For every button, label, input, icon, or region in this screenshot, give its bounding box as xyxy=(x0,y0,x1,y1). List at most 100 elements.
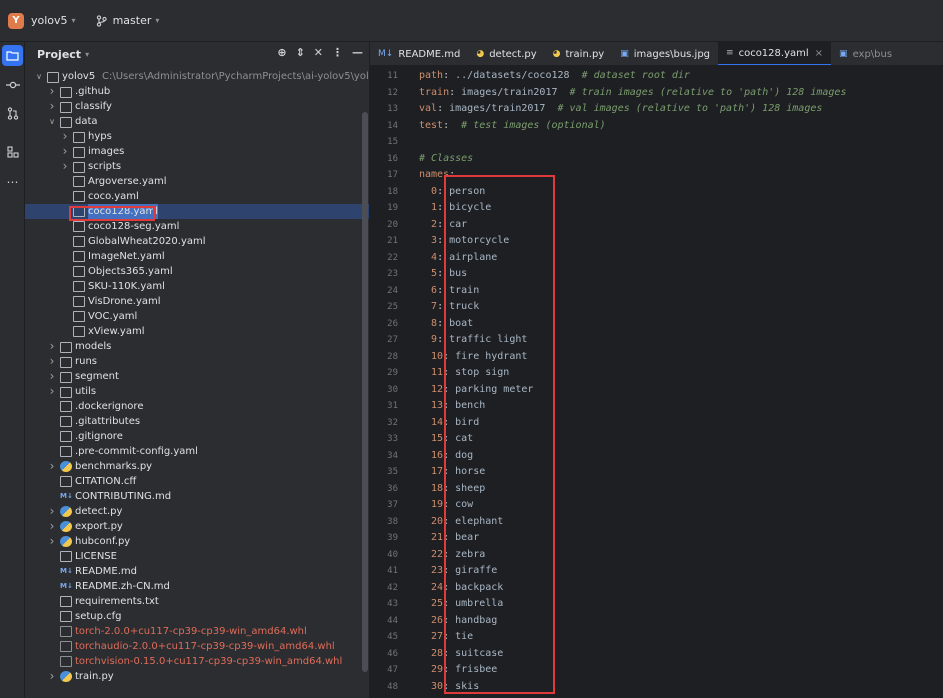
tree-item-label: xView.yaml xyxy=(88,326,145,337)
file-icon xyxy=(73,266,85,277)
tree-file[interactable]: › train.py xyxy=(25,669,369,684)
code-comment: # Classes xyxy=(419,152,474,164)
more-icon[interactable]: ⋯ xyxy=(2,171,23,192)
chevron-right-icon[interactable]: › xyxy=(47,534,57,549)
tree-file[interactable]: M↓ README.zh-CN.md xyxy=(25,579,369,594)
tree-file[interactable]: VOC.yaml xyxy=(25,309,369,324)
chevron-right-icon[interactable]: › xyxy=(47,384,57,399)
pull-request-icon[interactable] xyxy=(2,103,23,124)
editor-tab[interactable]: ▣ images\bus.jpg xyxy=(612,42,718,65)
structure-icon[interactable] xyxy=(2,141,23,162)
code-line: 16 # Classes xyxy=(370,151,943,168)
collapse-all-icon[interactable]: ✕ xyxy=(314,46,323,59)
chevron-down-icon[interactable]: ∨ xyxy=(34,69,44,84)
tree-item-label: CITATION.cff xyxy=(75,476,137,487)
tree-folder[interactable]: › segment xyxy=(25,369,369,384)
chevron-right-icon[interactable]: › xyxy=(60,159,70,174)
tree-file[interactable]: setup.cfg xyxy=(25,609,369,624)
editor-tab[interactable]: M↓ README.md xyxy=(370,42,468,65)
chevron-right-icon[interactable]: › xyxy=(47,504,57,519)
expand-all-icon[interactable]: ⇕ xyxy=(296,46,305,59)
tree-file[interactable]: .dockerignore xyxy=(25,399,369,414)
editor-tab[interactable]: ≡ coco128.yaml × xyxy=(718,42,832,65)
tool-window-strip: ⋯ xyxy=(0,42,25,698)
tree-file[interactable]: CITATION.cff xyxy=(25,474,369,489)
folder-icon xyxy=(47,72,59,83)
panel-scrollbar[interactable] xyxy=(362,112,368,672)
line-number: 28 xyxy=(387,351,398,362)
chevron-right-icon[interactable]: › xyxy=(47,519,57,534)
chevron-right-icon[interactable]: › xyxy=(47,354,57,369)
tree-folder[interactable]: › images xyxy=(25,144,369,159)
project-name[interactable]: yolov5 xyxy=(31,14,68,27)
editor-tab[interactable]: ◕ train.py xyxy=(545,42,613,65)
tree-file[interactable]: .gitignore xyxy=(25,429,369,444)
tree-file[interactable]: torch-2.0.0+cu117-cp39-cp39-win_amd64.wh… xyxy=(25,624,369,639)
tree-file[interactable]: M↓ CONTRIBUTING.md xyxy=(25,489,369,504)
yaml-key: 25 xyxy=(419,598,444,609)
chevron-right-icon[interactable]: › xyxy=(60,144,70,159)
commit-icon[interactable] xyxy=(2,74,23,95)
tree-file[interactable]: LICENSE xyxy=(25,549,369,564)
tree-folder[interactable]: › runs xyxy=(25,354,369,369)
chevron-right-icon[interactable]: › xyxy=(47,459,57,474)
project-panel-title[interactable]: Project xyxy=(37,48,81,61)
tree-file[interactable]: GlobalWheat2020.yaml xyxy=(25,234,369,249)
tree-file[interactable]: ImageNet.yaml xyxy=(25,249,369,264)
tree-folder[interactable]: › hyps xyxy=(25,129,369,144)
chevron-down-icon[interactable]: ▾ xyxy=(72,16,76,25)
hide-icon[interactable]: — xyxy=(352,46,363,59)
tree-item-label: VisDrone.yaml xyxy=(88,296,161,307)
tree-folder[interactable]: ∨ yolov5 C:\Users\Administrator\PycharmPro… xyxy=(25,69,369,84)
line-number: 23 xyxy=(387,269,398,279)
tree-file[interactable]: coco128-seg.yaml xyxy=(25,219,369,234)
tree-file[interactable]: .gitattributes xyxy=(25,414,369,429)
tree-file[interactable]: torchaudio-2.0.0+cu117-cp39-cp39-win_amd… xyxy=(25,639,369,654)
tree-file[interactable]: M↓ README.md xyxy=(25,564,369,579)
line-number: 19 xyxy=(387,203,398,213)
tree-folder[interactable]: › models xyxy=(25,339,369,354)
branch-selector[interactable]: master ▾ xyxy=(96,14,159,27)
chevron-right-icon[interactable]: › xyxy=(47,339,57,354)
chevron-right-icon[interactable]: › xyxy=(47,84,57,99)
tree-file[interactable]: › detect.py xyxy=(25,504,369,519)
tree-item-label: hubconf.py xyxy=(75,536,131,547)
tree-file[interactable]: Objects365.yaml xyxy=(25,264,369,279)
close-icon[interactable]: × xyxy=(815,48,823,59)
tree-file[interactable]: torchvision-0.15.0+cu117-cp39-cp39-win_a… xyxy=(25,654,369,669)
tree-file[interactable]: xView.yaml xyxy=(25,324,369,339)
tree-folder[interactable]: › utils xyxy=(25,384,369,399)
project-badge[interactable]: Y xyxy=(8,12,24,29)
tree-file[interactable]: Argoverse.yaml xyxy=(25,174,369,189)
chevron-right-icon[interactable]: › xyxy=(47,99,57,114)
tree-file[interactable]: requirements.txt xyxy=(25,594,369,609)
chevron-right-icon[interactable]: › xyxy=(60,129,70,144)
tree-file[interactable]: coco.yaml xyxy=(25,189,369,204)
tree-folder[interactable]: ∨ data xyxy=(25,114,369,129)
tree-item-label: export.py xyxy=(75,521,123,532)
locate-icon[interactable]: ⊕ xyxy=(277,46,286,59)
options-icon[interactable]: ⋮ xyxy=(332,46,343,59)
line-number: 26 xyxy=(387,318,398,329)
tree-file[interactable]: VisDrone.yaml xyxy=(25,294,369,309)
chevron-right-icon[interactable]: › xyxy=(47,369,57,384)
tree-item-label: setup.cfg xyxy=(75,611,122,622)
tree-folder[interactable]: › classify xyxy=(25,99,369,114)
tree-folder[interactable]: › .github xyxy=(25,84,369,99)
chevron-down-icon[interactable]: ∨ xyxy=(47,114,57,129)
editor-tab[interactable]: ◕ detect.py xyxy=(468,42,544,65)
yaml-key: test xyxy=(419,119,444,131)
file-icon xyxy=(73,236,85,247)
tree-file[interactable]: › export.py xyxy=(25,519,369,534)
tree-file[interactable]: SKU-110K.yaml xyxy=(25,279,369,294)
line-number: 41 xyxy=(387,566,398,576)
tree-file[interactable]: .pre-commit-config.yaml xyxy=(25,444,369,459)
folder-icon[interactable] xyxy=(2,45,23,66)
tree-folder[interactable]: › scripts xyxy=(25,159,369,174)
chevron-down-icon[interactable]: ▾ xyxy=(85,50,89,59)
tree-file[interactable]: › hubconf.py xyxy=(25,534,369,549)
tree-file[interactable]: › benchmarks.py xyxy=(25,459,369,474)
editor-tab[interactable]: ▣ exp\bus xyxy=(831,42,900,65)
chevron-right-icon[interactable]: › xyxy=(47,669,57,684)
code-comment: # val images (relative to 'path') 128 im… xyxy=(557,103,823,114)
